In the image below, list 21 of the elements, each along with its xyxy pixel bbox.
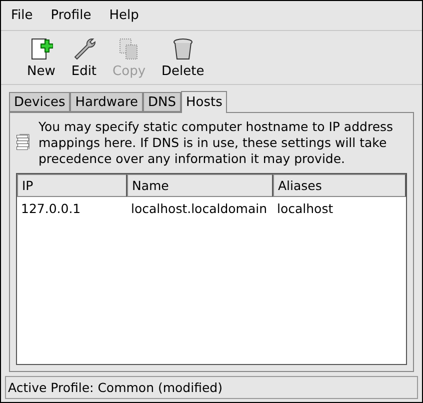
menu-item[interactable]: File <box>5 6 39 25</box>
wrench-icon <box>72 37 96 61</box>
new-document-icon <box>29 37 54 61</box>
description-text: You may specify static computer hostname to IP address mappings here. If DNS is in use, these settings will take precedence over any information it may provide. <box>38 119 394 167</box>
tab[interactable]: Hardware <box>70 92 143 112</box>
toolbar-button[interactable]: Edit <box>65 35 103 81</box>
tab[interactable]: Hosts <box>181 91 228 113</box>
table-cell-text: 127.0.0.1 <box>20 200 82 218</box>
column-header[interactable]: Name <box>127 174 273 197</box>
tab[interactable]: DNS <box>143 92 181 112</box>
table-cell-text: localhost.localdomain <box>130 200 268 218</box>
status-bar: Active Profile: Common (modified) <box>5 376 418 399</box>
table-cell-text: localhost <box>276 200 334 218</box>
toolbar-button[interactable]: New <box>21 35 62 81</box>
column-header[interactable]: Aliases <box>273 174 406 197</box>
trash-can-icon <box>170 37 195 61</box>
tab[interactable]: Devices <box>9 92 70 112</box>
column-header[interactable]: IP <box>17 174 127 197</box>
toolbar-button[interactable]: Delete <box>156 35 210 81</box>
menu-item[interactable]: Help <box>103 6 145 25</box>
menu-item[interactable]: Profile <box>44 6 98 25</box>
